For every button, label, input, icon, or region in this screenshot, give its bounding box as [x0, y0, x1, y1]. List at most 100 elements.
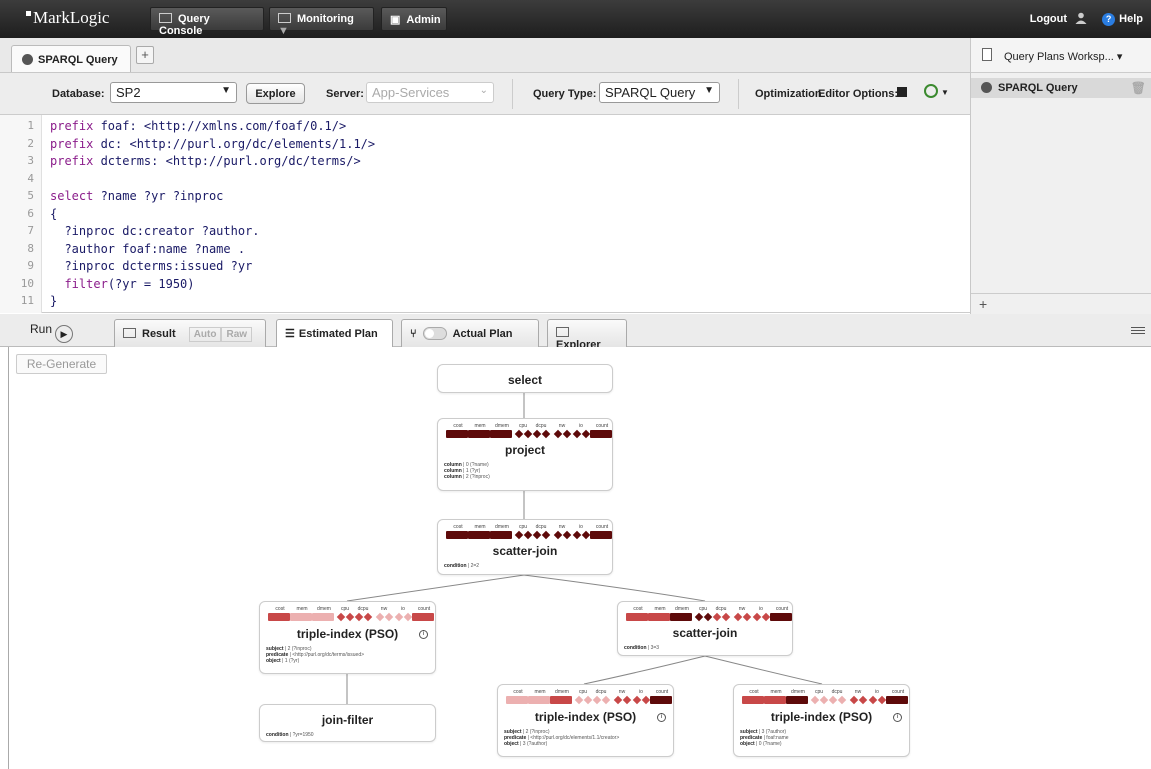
metric-diamond: [703, 612, 713, 622]
node-title: select: [507, 373, 543, 387]
metric-bar: [468, 430, 490, 438]
metric-label: cost: [275, 606, 285, 612]
plan-node-select[interactable]: select: [437, 364, 613, 393]
plan-node-joinfilter[interactable]: join-filter condition | ?yr=1950: [259, 704, 436, 742]
metric-label: io: [875, 689, 879, 695]
plan-node-project[interactable]: cost mem dmem cpu dcpu nw io count project column…: [437, 418, 613, 491]
metric-diamond: [562, 429, 572, 439]
metric-diamond: [532, 429, 542, 439]
info-icon[interactable]: i: [657, 713, 666, 722]
metric-bar: [742, 696, 764, 704]
metric-label: dcpu: [357, 606, 369, 612]
node-attributes: subject | 2 (?inproc) predicate | <http:/…: [504, 729, 619, 747]
metric-bar: [648, 613, 670, 621]
metric-bar: [490, 430, 512, 438]
metric-diamond: [837, 695, 847, 705]
metric-label: dmem: [317, 606, 331, 612]
metric-label: mem: [770, 689, 782, 695]
metric-label: nw: [380, 606, 388, 612]
info-icon[interactable]: i: [893, 713, 902, 722]
metric-label: dcpu: [595, 689, 607, 695]
metric-diamond: [553, 429, 563, 439]
metric-diamond: [601, 695, 611, 705]
node-attributes: condition | 3=3: [624, 645, 659, 651]
metric-label: io: [759, 606, 763, 612]
metric-label: cpu: [578, 689, 588, 695]
metric-diamond: [592, 695, 602, 705]
plan-node-scatter1[interactable]: cost mem dmem cpu dcpu nw io count scatter-join c…: [437, 519, 613, 575]
metric-diamond: [632, 695, 642, 705]
metric-label: count: [891, 689, 905, 695]
metric-label: nw: [558, 524, 566, 530]
metric-bar: [770, 613, 792, 621]
metric-diamond: [394, 612, 404, 622]
node-title: triple-index (PSO): [770, 710, 873, 724]
metric-diamond: [574, 695, 584, 705]
node-attribute: object | 3 (?author): [504, 741, 548, 747]
metric-diamond: [363, 612, 373, 622]
metric-bar: [490, 531, 512, 539]
plan-node-triple1[interactable]: cost mem dmem cpu dcpu nw io count triple-index …: [259, 601, 436, 674]
info-icon[interactable]: i: [419, 630, 428, 639]
metric-bar: [670, 613, 692, 621]
metric-bar: [446, 430, 468, 438]
metric-diamond: [742, 612, 752, 622]
metric-label: io: [639, 689, 643, 695]
metric-label: dcpu: [535, 524, 547, 530]
metric-diamond: [810, 695, 820, 705]
metric-diamond: [345, 612, 355, 622]
metric-diamond: [733, 612, 743, 622]
node-attribute: column | 2 (?inproc): [444, 474, 490, 480]
metric-label: dmem: [555, 689, 569, 695]
metric-diamond: [877, 695, 887, 705]
metric-diamond: [562, 530, 572, 540]
node-title: triple-index (PSO): [534, 710, 637, 724]
plan-node-triple3[interactable]: cost mem dmem cpu dcpu nw io count triple-index …: [733, 684, 910, 757]
metric-label: nw: [618, 689, 626, 695]
node-title: scatter-join: [672, 626, 738, 640]
metric-label: dmem: [675, 606, 689, 612]
metric-label: cost: [513, 689, 523, 695]
metric-diamond: [514, 530, 524, 540]
node-attributes: condition | ?yr=1950: [266, 732, 314, 738]
metric-diamond: [858, 695, 868, 705]
metric-diamond: [583, 695, 593, 705]
metric-diamond: [354, 612, 364, 622]
metric-diamond: [712, 612, 722, 622]
metric-bar: [268, 613, 290, 621]
node-attributes: column | 0 (?name) column | 1 (?yr) column…: [444, 462, 490, 480]
metric-label: mem: [474, 423, 486, 429]
metric-diamond: [761, 612, 771, 622]
metric-diamond: [613, 695, 623, 705]
metric-label: nw: [558, 423, 566, 429]
metric-label: count: [595, 524, 609, 530]
metric-label: count: [775, 606, 789, 612]
metric-diamond: [819, 695, 829, 705]
metric-bar: [528, 696, 550, 704]
metric-bar: [626, 613, 648, 621]
metric-label: dmem: [495, 524, 509, 530]
metric-bar: [590, 430, 612, 438]
metric-label: mem: [296, 606, 308, 612]
node-title: scatter-join: [492, 544, 558, 558]
metric-diamond: [828, 695, 838, 705]
metric-label: count: [655, 689, 669, 695]
metric-label: dmem: [495, 423, 509, 429]
metric-diamond: [541, 530, 551, 540]
metric-diamond: [752, 612, 762, 622]
metric-diamond: [403, 612, 413, 622]
metric-bar: [550, 696, 572, 704]
node-attribute: object | 0 (?name): [740, 741, 782, 747]
plan-node-scatter2[interactable]: cost mem dmem cpu dcpu nw io count scatter-join c…: [617, 601, 793, 656]
metric-bar: [312, 613, 334, 621]
node-title: project: [504, 443, 545, 457]
metric-label: count: [595, 423, 609, 429]
metric-label: dcpu: [715, 606, 727, 612]
metric-label: dcpu: [535, 423, 547, 429]
metric-label: cpu: [518, 524, 528, 530]
plan-node-triple2[interactable]: cost mem dmem cpu dcpu nw io count triple-index …: [497, 684, 674, 757]
metric-label: cpu: [518, 423, 528, 429]
metric-diamond: [694, 612, 704, 622]
node-attributes: subject | 3 (?author) predicate | foaf:na…: [740, 729, 789, 747]
metric-label: nw: [738, 606, 746, 612]
